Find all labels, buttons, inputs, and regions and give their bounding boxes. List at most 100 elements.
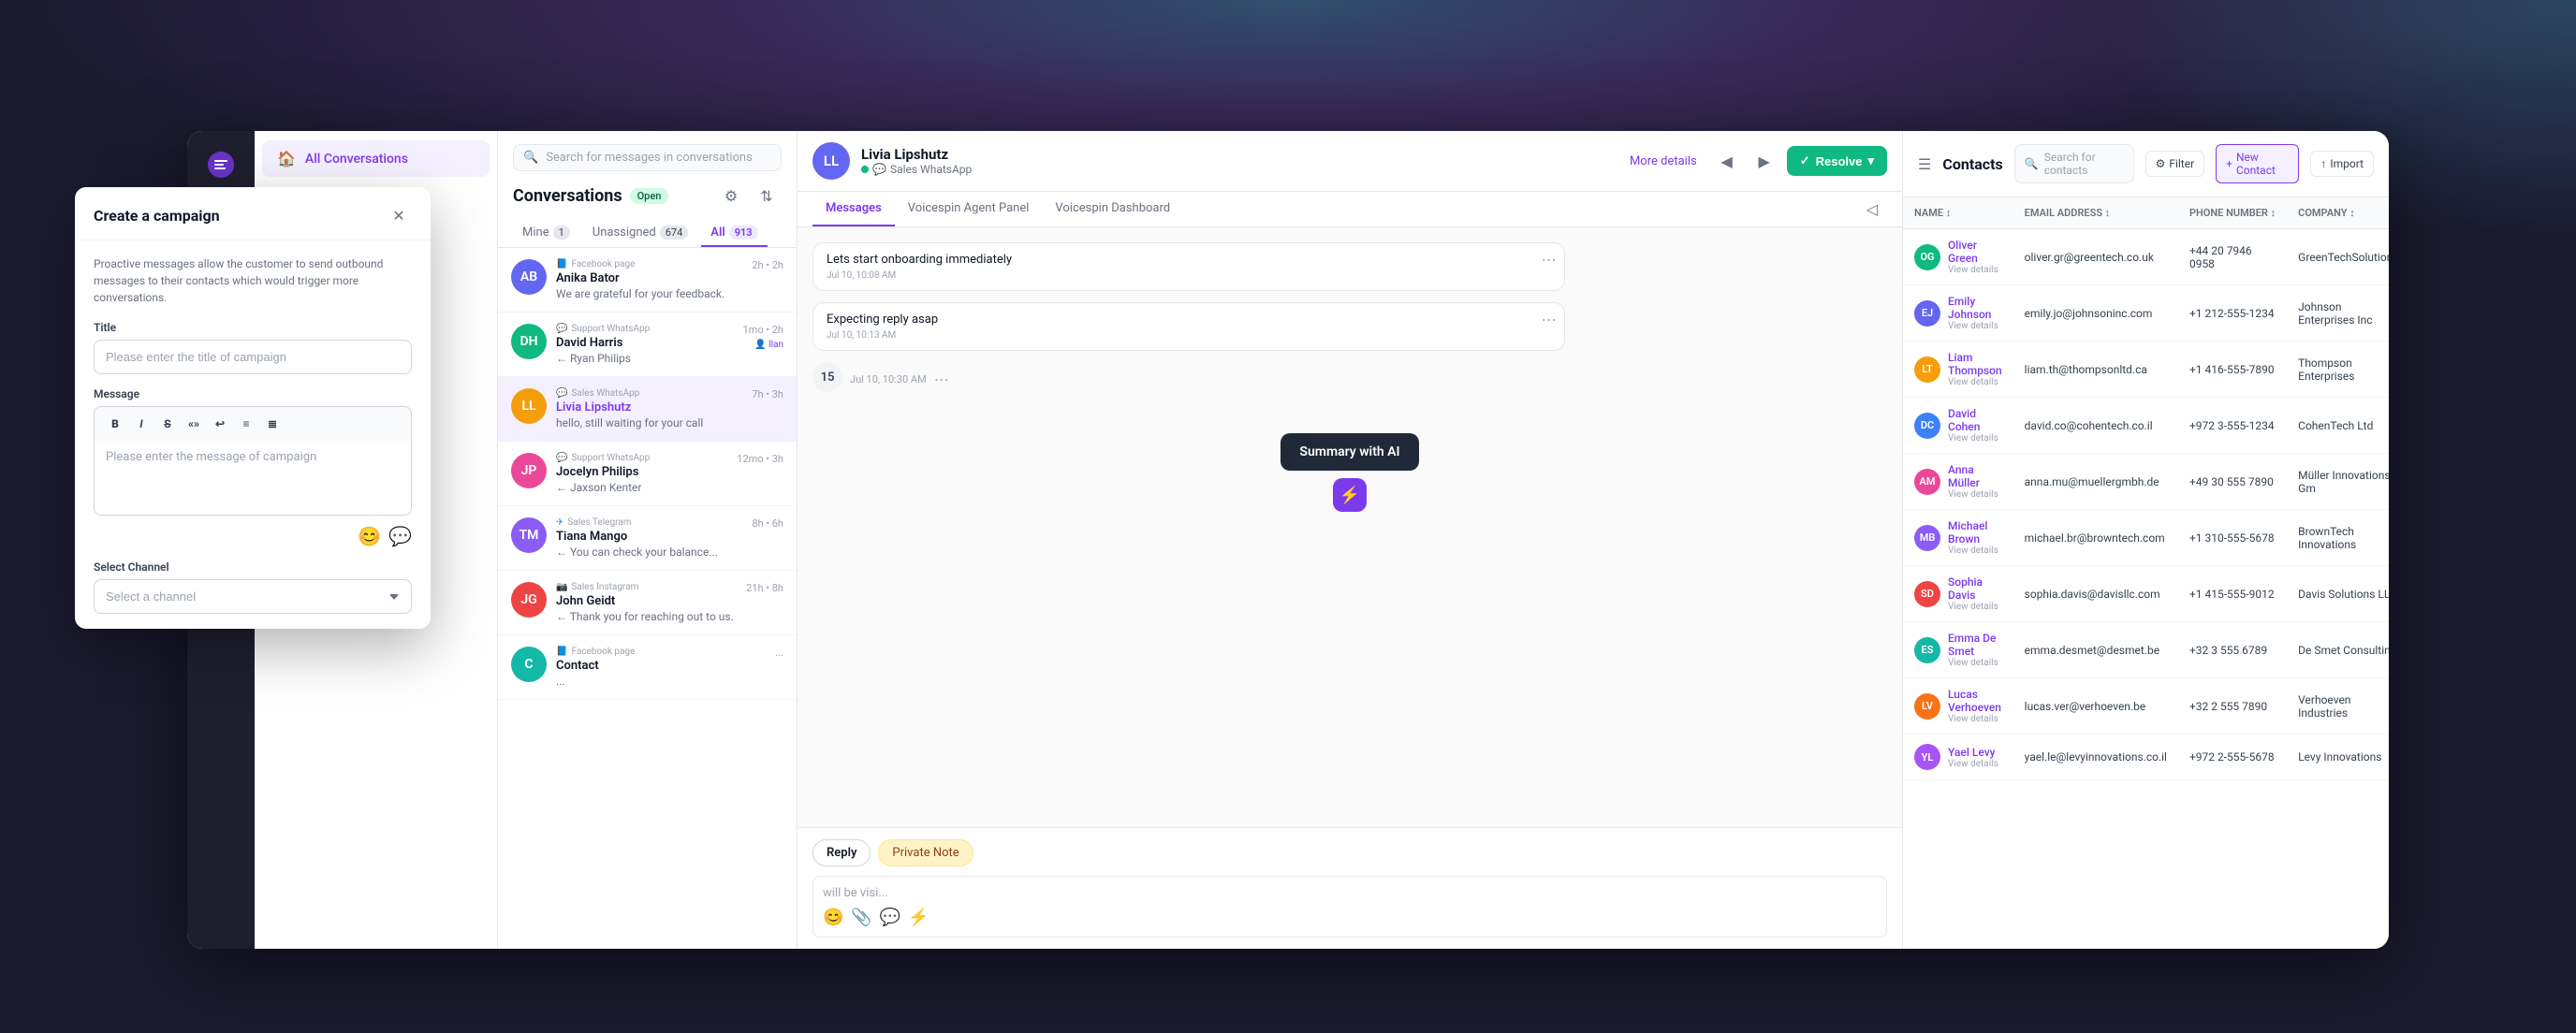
conv-preview: ... [556, 675, 766, 688]
tab-all[interactable]: All913 [701, 220, 767, 247]
contacts-search[interactable]: 🔍 Search for contacts [2014, 144, 2134, 183]
view-details-link[interactable]: View details [1948, 433, 2002, 444]
message-row: Lets start onboarding immediately Jul 10… [812, 242, 1887, 291]
summary-ai-icon[interactable]: ⚡ [1333, 478, 1367, 512]
back-icon[interactable]: ◀ [1712, 146, 1742, 176]
view-details-link[interactable]: View details [1948, 602, 2002, 612]
new-contact-button[interactable]: + New Contact [2216, 144, 2299, 183]
col-email: EMAIL ADDRESS ↕ [2013, 197, 2178, 229]
contact-name[interactable]: Liam Thompson [1948, 351, 2002, 377]
forward-icon[interactable]: ▶ [1749, 146, 1779, 176]
conv-preview: hello, still waiting for your call [556, 416, 742, 429]
list-item[interactable]: JP 💬 Support WhatsApp Jocelyn Philips ← … [498, 442, 797, 506]
contact-phone: +972 3-555-1234 [2178, 398, 2287, 454]
list-ordered-btn[interactable]: ≣ [261, 413, 284, 435]
whatsapp-emoji-icon[interactable]: 💬 [388, 525, 412, 547]
contact-name[interactable]: David Cohen [1948, 407, 1980, 433]
contact-name[interactable]: Emily Johnson [1948, 295, 1992, 321]
avatar: LL [511, 388, 547, 424]
more-details-button[interactable]: More details [1622, 151, 1705, 172]
tab-unassigned[interactable]: Unassigned674 [583, 220, 698, 247]
view-details-link[interactable]: View details [1948, 759, 1998, 769]
attachment-icon[interactable]: 📎 [851, 908, 871, 927]
strike-btn[interactable]: S [156, 413, 179, 435]
note-tab[interactable]: Private Note [878, 839, 973, 866]
list-item[interactable]: JG 📷 Sales Instagram John Geidt ← Thank … [498, 571, 797, 635]
list-btn[interactable]: ≡ [235, 413, 257, 435]
collapse-icon[interactable]: ◁ [1857, 195, 1887, 225]
list-item[interactable]: AB 📘 Facebook page Anika Bator We are gr… [498, 248, 797, 313]
view-details-link[interactable]: View details [1948, 377, 2002, 387]
contact-name[interactable]: Oliver Green [1948, 239, 1978, 265]
contact-name-cell: OG Oliver Green View details [1903, 229, 2013, 285]
list-item[interactable]: TM ✈ Sales Telegram Tiana Mango ← You ca… [498, 506, 797, 571]
view-details-link[interactable]: View details [1948, 714, 2002, 724]
conv-channel: 💬 Sales WhatsApp [556, 388, 742, 399]
contact-name[interactable]: Lucas Verhoeven [1948, 688, 2001, 714]
contact-name[interactable]: Anna Müller [1948, 463, 1980, 489]
filter-button[interactable]: ⚙ Filter [2145, 151, 2205, 177]
chat-header-actions: More details ◀ ▶ ✓ Resolve ▾ [1622, 146, 1887, 176]
reply-tab[interactable]: Reply [812, 839, 871, 866]
view-details-link[interactable]: View details [1948, 265, 2002, 275]
avatar: LT [1914, 356, 1940, 383]
conv-meta: 2h • 2h [752, 259, 783, 271]
contact-name[interactable]: Emma De Smet [1948, 632, 1996, 658]
sidebar-item-all-conversations[interactable]: 🏠 All Conversations [262, 140, 490, 177]
modal-close-button[interactable]: ✕ [386, 202, 412, 228]
search-bar[interactable]: 🔍 Search for messages in conversations [513, 144, 782, 171]
contact-company: De Smet Consulting [2287, 622, 2389, 678]
summary-ai-tooltip[interactable]: Summary with AI [1281, 433, 1418, 471]
conversations-panel: 🔍 Search for messages in conversations C… [498, 131, 798, 949]
tab-voicespin-agent[interactable]: Voicespin Agent Panel [895, 192, 1043, 226]
filter-icon[interactable]: ⚙ [716, 181, 746, 211]
campaign-title-input[interactable] [94, 340, 412, 374]
emoji-icon[interactable]: 😊 [358, 525, 381, 547]
conv-meta: 8h • 6h [752, 517, 783, 530]
view-details-link[interactable]: View details [1948, 321, 2002, 331]
import-button[interactable]: ↑ Import [2310, 151, 2374, 177]
contact-name[interactable]: Michael Brown [1948, 519, 1987, 546]
campaign-message-input[interactable] [94, 441, 412, 516]
conv-content: 💬 Support WhatsApp Jocelyn Philips ← Jax… [556, 453, 727, 494]
list-item[interactable]: C 📘 Facebook page Contact ... ... [498, 635, 797, 700]
tab-mine[interactable]: Mine1 [513, 220, 579, 247]
ai-icon[interactable]: ⚡ [908, 908, 929, 927]
contact-email: liam.th@thompsonltd.ca [2013, 342, 2178, 398]
contact-company: Davis Solutions LLC [2287, 566, 2389, 622]
message-more-icon[interactable]: ⋯ [1542, 251, 1557, 269]
table-row: SD Sophia Davis View details sophia.davi… [1903, 566, 2389, 622]
channel-select[interactable]: Select a channel [94, 579, 412, 614]
message-more-icon[interactable]: ⋯ [1542, 311, 1557, 328]
chat-input[interactable]: will be visi... 😊 📎 💬 ⚡ [812, 876, 1887, 938]
search-icon: 🔍 [2025, 157, 2039, 170]
tab-messages[interactable]: Messages [812, 192, 895, 226]
all-conversations-label: All Conversations [305, 152, 408, 167]
chat-contact-name: Livia Lipshutz [861, 146, 1611, 163]
message-row: 15 Jul 10, 10:30 AM ⋯ [812, 362, 1887, 396]
bold-btn[interactable]: B [104, 413, 126, 435]
list-item[interactable]: DH 💬 Support WhatsApp David Harris ← Rya… [498, 313, 797, 377]
contacts-title: Contacts [1942, 155, 2002, 173]
sort-icon[interactable]: ⇅ [752, 181, 782, 211]
list-item[interactable]: LL 💬 Sales WhatsApp Livia Lipshutz hello… [498, 377, 797, 442]
view-details-link[interactable]: View details [1948, 489, 2002, 500]
italic-btn[interactable]: I [130, 413, 153, 435]
quote-btn[interactable]: «» [183, 413, 205, 435]
whatsapp-icon: 💬 [556, 453, 567, 463]
contact-phone: +1 310-555-5678 [2178, 510, 2287, 566]
tab-voicespin-dashboard[interactable]: Voicespin Dashboard [1042, 192, 1183, 226]
undo-btn[interactable]: ↩ [209, 413, 231, 435]
whatsapp-template-icon[interactable]: 💬 [880, 908, 900, 927]
emoji-icon[interactable]: 😊 [823, 908, 843, 927]
table-row: YL Yael Levy View details yael.le@levyin… [1903, 735, 2389, 780]
chat-area: LL Livia Lipshutz 💬 Sales WhatsApp More … [798, 131, 1902, 949]
resolve-button[interactable]: ✓ Resolve ▾ [1787, 146, 1887, 176]
message-more-icon[interactable]: ⋯ [934, 371, 949, 388]
conv-channel: 📘 Facebook page [556, 647, 766, 657]
contact-name[interactable]: Yael Levy [1948, 746, 1996, 759]
contact-name[interactable]: Sophia Davis [1948, 575, 1983, 602]
view-details-link[interactable]: View details [1948, 658, 2002, 668]
view-details-link[interactable]: View details [1948, 546, 2002, 556]
conv-channel: ✈ Sales Telegram [556, 517, 742, 528]
